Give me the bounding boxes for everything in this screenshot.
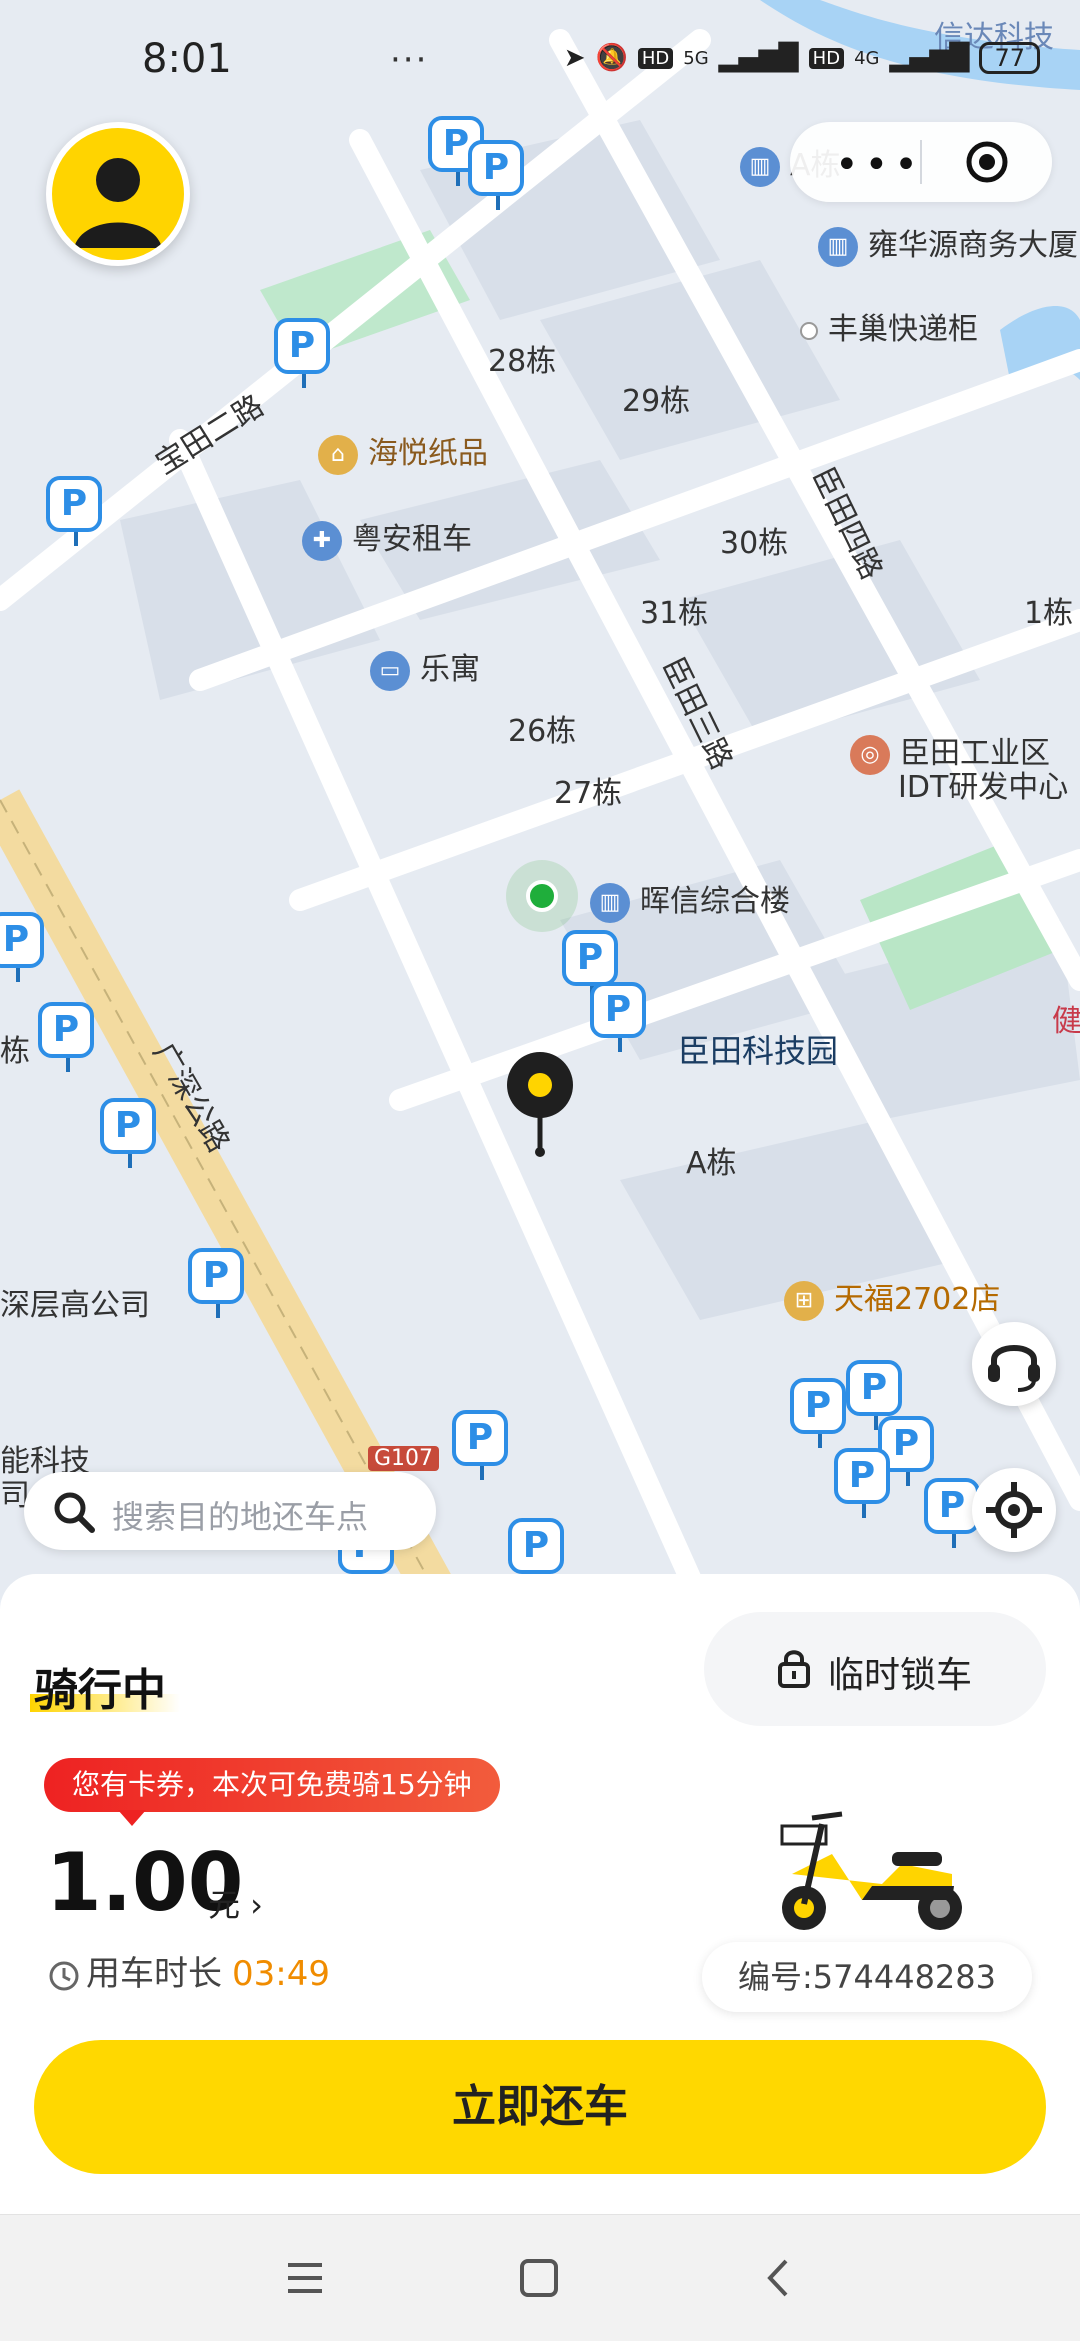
parking-marker-stem — [496, 196, 500, 210]
map-label-area: 臣田科技园 — [678, 1032, 839, 1070]
parking-marker-stem — [818, 1434, 822, 1448]
map-label-building: 栋 — [0, 1034, 30, 1069]
duration-value: 03:49 — [232, 1954, 330, 1994]
parking-marker[interactable]: P — [468, 140, 524, 210]
map-label-poi: 深层高公司 — [0, 1288, 150, 1323]
miniprogram-capsule: ••• — [790, 122, 1052, 202]
parking-marker[interactable]: P — [452, 1410, 508, 1480]
parking-marker-stem — [618, 1038, 622, 1052]
signal-icon: ▂▄▆█ — [718, 43, 799, 73]
map-label-poi: ▥ 晖信综合楼 — [590, 876, 790, 923]
status-time: 8:01 — [142, 36, 232, 82]
search-icon — [54, 1492, 95, 1533]
parking-marker-stem — [128, 1154, 132, 1168]
parking-marker[interactable]: P — [508, 1518, 564, 1588]
headset-icon — [988, 1345, 1040, 1392]
parking-marker[interactable]: P — [274, 318, 330, 388]
network-label: 4G — [854, 47, 880, 69]
location-arrow-icon: ➤ — [563, 43, 586, 73]
parking-marker[interactable]: P — [38, 1002, 94, 1072]
ride-status: 骑行中 — [34, 1665, 166, 1716]
map-label-poi: ✚ 粤安租车 — [302, 514, 472, 561]
parking-marker-stem — [952, 1534, 956, 1548]
map-label-poi: IDT研发中心 — [898, 770, 1069, 805]
parking-marker-stem — [906, 1472, 910, 1486]
duration-label: 用车时长 — [86, 1954, 222, 1994]
locate-button[interactable] — [972, 1468, 1056, 1552]
map-label-building: 1栋 — [1024, 596, 1074, 631]
parking-marker[interactable]: P — [188, 1248, 244, 1318]
temporary-lock-button[interactable]: 临时锁车 — [704, 1612, 1046, 1726]
customer-service-button[interactable] — [972, 1322, 1056, 1406]
map-label-building: 27栋 — [554, 776, 623, 811]
map-label-building: 26栋 — [508, 714, 577, 749]
target-close-icon[interactable] — [965, 140, 1009, 184]
highway-shield: G107 — [368, 1446, 440, 1471]
coupon-tip: 您有卡券，本次可免费骑15分钟 — [44, 1758, 500, 1826]
scooter-image — [780, 1811, 962, 1930]
price-unit-link[interactable]: 元 › — [208, 1880, 263, 1926]
search-placeholder: 搜索目的地还车点 — [112, 1498, 369, 1536]
menu-icon[interactable] — [282, 2255, 328, 2301]
parking-marker[interactable]: P — [590, 982, 646, 1052]
map-label-building: 28栋 — [488, 344, 557, 379]
parking-marker[interactable]: P — [562, 930, 618, 1000]
parking-marker-stem — [862, 1504, 866, 1518]
temporary-lock-label: 临时锁车 — [828, 1655, 973, 1696]
parking-marker-stem — [456, 172, 460, 186]
parking-marker-stem — [74, 532, 78, 546]
map-label-poi: 健 — [1052, 1004, 1080, 1039]
parking-marker-stem — [480, 1466, 484, 1480]
return-bike-button[interactable]: 立即还车 — [34, 2040, 1046, 2174]
notification-dots: ··· — [390, 40, 429, 80]
avatar-icon — [74, 158, 162, 248]
bike-number: 编号:574448283 — [702, 1942, 1032, 2012]
parking-marker[interactable]: P — [0, 912, 44, 982]
locate-icon — [986, 1482, 1042, 1538]
map-label-building: 30栋 — [720, 526, 789, 561]
parking-marker[interactable]: P — [846, 1360, 902, 1430]
signal-icon: ▂▄▆█ — [889, 43, 970, 73]
network-label: 5G — [683, 47, 709, 69]
battery-icon: 77 — [979, 42, 1040, 74]
search-input[interactable]: 搜索目的地还车点 — [24, 1472, 436, 1550]
parking-marker-stem — [16, 968, 20, 982]
back-icon[interactable] — [756, 2255, 802, 2301]
parking-marker[interactable]: P — [100, 1098, 156, 1168]
parking-marker-stem — [66, 1058, 70, 1072]
map-label-building: A栋 — [686, 1146, 737, 1181]
ride-sheet: 骑行中 临时锁车 您有卡券，本次可免费骑15分钟 1.00 元 › 用车时长 03… — [0, 1574, 1080, 2214]
parking-marker[interactable]: P — [834, 1448, 890, 1518]
parking-marker-stem — [216, 1304, 220, 1318]
ride-duration: 用车时长 03:49 — [48, 1946, 330, 1995]
parking-marker[interactable]: P — [46, 476, 102, 546]
clock-icon — [49, 1961, 79, 1990]
map-label-poi: ▭ 乐寓 — [370, 644, 480, 691]
map-label-poi: ⌂ 海悦纸品 — [318, 428, 488, 475]
map-label-building: 31栋 — [640, 596, 709, 631]
parking-marker[interactable]: P — [790, 1378, 846, 1448]
system-nav-bar — [0, 2214, 1080, 2341]
parking-marker-stem — [302, 374, 306, 388]
map-label-poi: ⊞ 天福2702店 — [784, 1274, 1000, 1321]
more-icon[interactable]: ••• — [835, 142, 924, 188]
home-icon[interactable] — [516, 2255, 562, 2301]
status-bar: 8:01 ··· ➤ 🔕 HD 5G ▂▄▆█ HD 4G ▂▄▆█ 77 — [0, 0, 1080, 120]
map-label-poi: 丰巢快递柜 — [800, 304, 978, 348]
map-label-poi: ▥ 雍华源商务大厦 — [818, 220, 1078, 267]
map-label-building: 29栋 — [622, 384, 691, 419]
network-label: HD — [808, 47, 845, 69]
network-label: HD — [637, 47, 674, 69]
capsule-divider — [920, 140, 922, 184]
status-icons: ➤ 🔕 HD 5G ▂▄▆█ HD 4G ▂▄▆█ 77 — [564, 42, 1040, 74]
avatar[interactable] — [46, 122, 190, 266]
lock-icon — [778, 1650, 810, 1688]
mute-icon: 🔕 — [595, 43, 628, 73]
